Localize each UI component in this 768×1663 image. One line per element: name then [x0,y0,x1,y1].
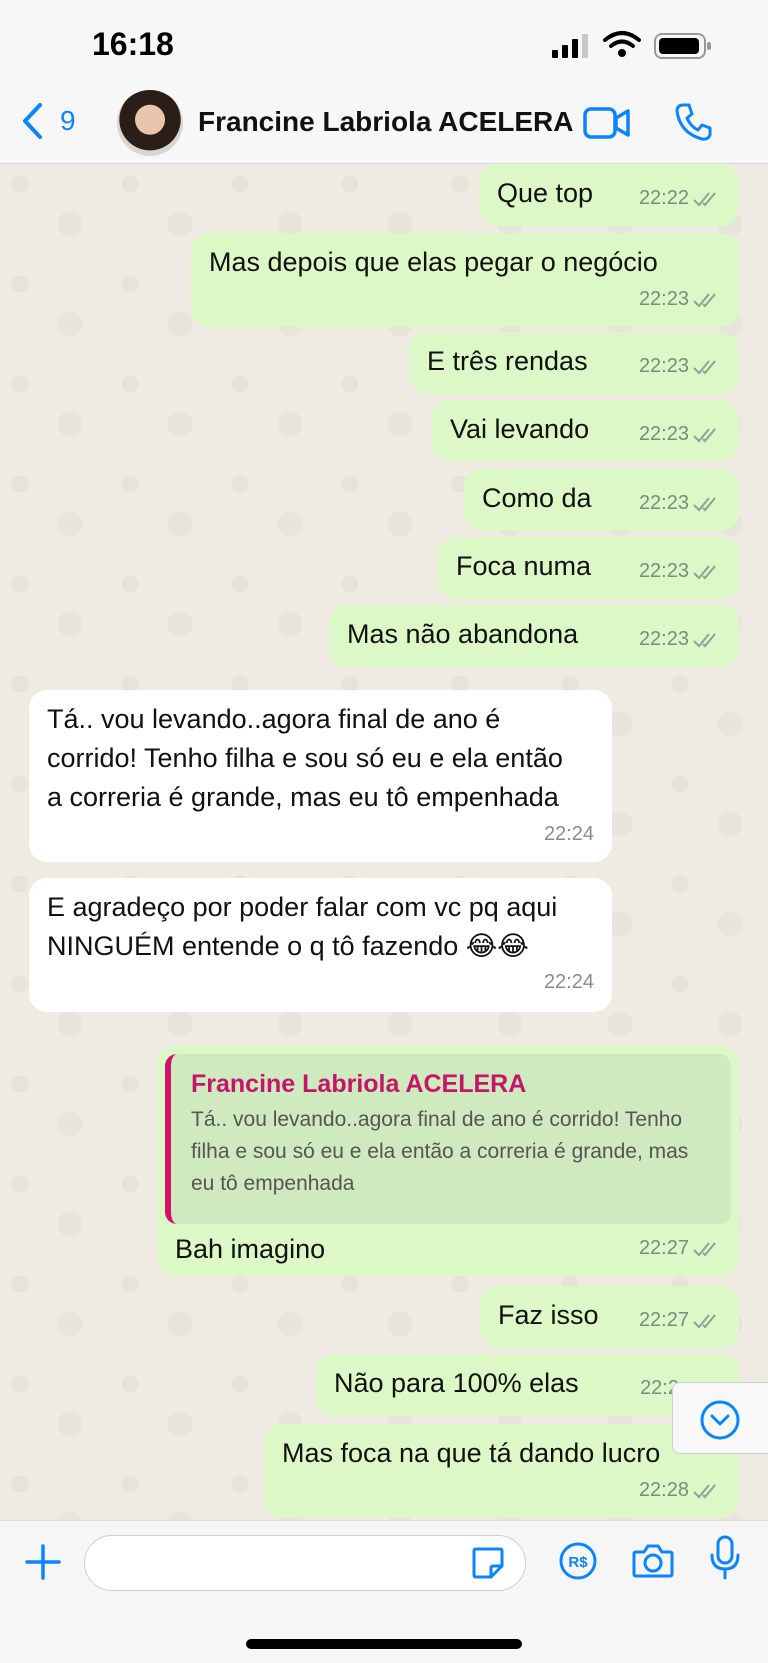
read-ticks-icon [693,292,716,307]
chevron-left-icon [23,103,42,139]
read-ticks-icon [693,1483,716,1498]
message-text: Como da [482,483,592,513]
message-text: Mas não abandona [347,619,579,649]
chat-header: 9 Francine Labriola ACELERA [0,90,768,164]
message-text: Foca numa [456,551,592,581]
message-time: 22:23 [638,288,689,310]
message-bubble[interactable]: Vai levando 22:23 [432,400,739,462]
message-time: 22:27 [638,1237,689,1259]
home-indicator [246,1639,522,1649]
message-text: Faz isso [498,1300,599,1330]
microphone-icon[interactable] [708,1535,742,1581]
read-ticks-icon [693,1313,716,1328]
quoted-sender: Francine Labriola ACELERA [191,1070,527,1098]
message-bubble[interactable]: Foca numa 22:23 [438,537,739,599]
message-time: 22:28 [638,1479,689,1501]
message-text: Mas foca na que tá dando lucro [282,1438,661,1468]
message-time: 22:23 [638,560,689,582]
scroll-to-bottom-button[interactable] [672,1382,768,1454]
message-text: E agradeço por poder falar com vc pq aqu… [47,892,558,961]
message-text: Vai levando [450,414,590,444]
message-bubble[interactable]: Faz isso 22:27 [480,1286,739,1348]
message-time: 22:27 [638,1309,689,1331]
message-bubble[interactable]: Tá.. vou levando..agora final de ano é c… [29,690,612,862]
battery-icon [654,33,711,59]
message-bubble[interactable]: E três rendas 22:23 [409,332,739,394]
message-time: 22:23 [638,492,689,514]
message-time: 22:23 [638,628,689,650]
quoted-text: Tá.. vou levando..agora final de ano é c… [191,1108,689,1195]
video-call-icon[interactable] [583,106,631,140]
payment-icon[interactable]: R$ [558,1541,598,1581]
quoted-message[interactable]: Francine Labriola ACELERA Tá.. vou levan… [165,1054,731,1224]
read-ticks-icon [693,427,716,442]
message-bubble[interactable]: Que top 22:22 [479,164,739,226]
phone-call-icon[interactable] [674,102,712,142]
message-text: E três rendas [427,346,588,376]
sticker-icon[interactable] [471,1546,505,1580]
message-bubble[interactable]: Mas foca na que tá dando lucro 22:28 [264,1424,739,1518]
message-time: 22:24 [543,971,594,993]
plus-icon[interactable] [24,1543,62,1581]
message-time: 22:22 [638,187,689,209]
message-text: Não para 100% elas [334,1368,579,1398]
reply-message-bubble[interactable]: Francine Labriola ACELERA Tá.. vou levan… [157,1046,739,1276]
contact-name[interactable]: Francine Labriola ACELERA [198,106,573,138]
status-bar: 16:18 [0,0,768,92]
message-list[interactable]: Que top 22:22 Mas depois que elas pegar … [0,164,768,1520]
message-text: Tá.. vou levando..agora final de ano é c… [47,704,563,812]
message-bubble[interactable]: Como da 22:23 [464,469,739,531]
message-time: 22:23 [638,355,689,377]
unread-count: 9 [60,105,76,136]
read-ticks-icon [693,564,716,579]
read-ticks-icon [693,1241,716,1256]
avatar[interactable] [117,90,183,156]
svg-text:R$: R$ [568,1554,588,1571]
read-ticks-icon [693,359,716,374]
read-ticks-icon [693,191,716,206]
chevron-down-icon [700,1400,740,1440]
message-time: 22:24 [543,823,594,845]
message-text: Mas depois que elas pegar o negócio [209,247,658,277]
cellular-signal-icon [552,34,588,58]
message-time: 22:23 [638,423,689,445]
message-text: Bah imagino [175,1234,326,1264]
message-bubble[interactable]: E agradeço por poder falar com vc pq aqu… [29,878,612,1012]
back-button[interactable]: 9 [20,102,76,140]
camera-icon[interactable] [632,1541,674,1579]
status-time: 16:18 [92,26,174,62]
read-ticks-icon [693,496,716,511]
input-bar: R$ [0,1520,768,1663]
read-ticks-icon [693,632,716,647]
message-bubble[interactable]: Mas não abandona 22:23 [329,605,739,667]
message-bubble[interactable]: Mas depois que elas pegar o negócio 22:2… [191,233,739,327]
message-text: Que top [497,178,594,208]
wifi-icon [603,31,641,57]
message-input[interactable] [84,1535,526,1591]
